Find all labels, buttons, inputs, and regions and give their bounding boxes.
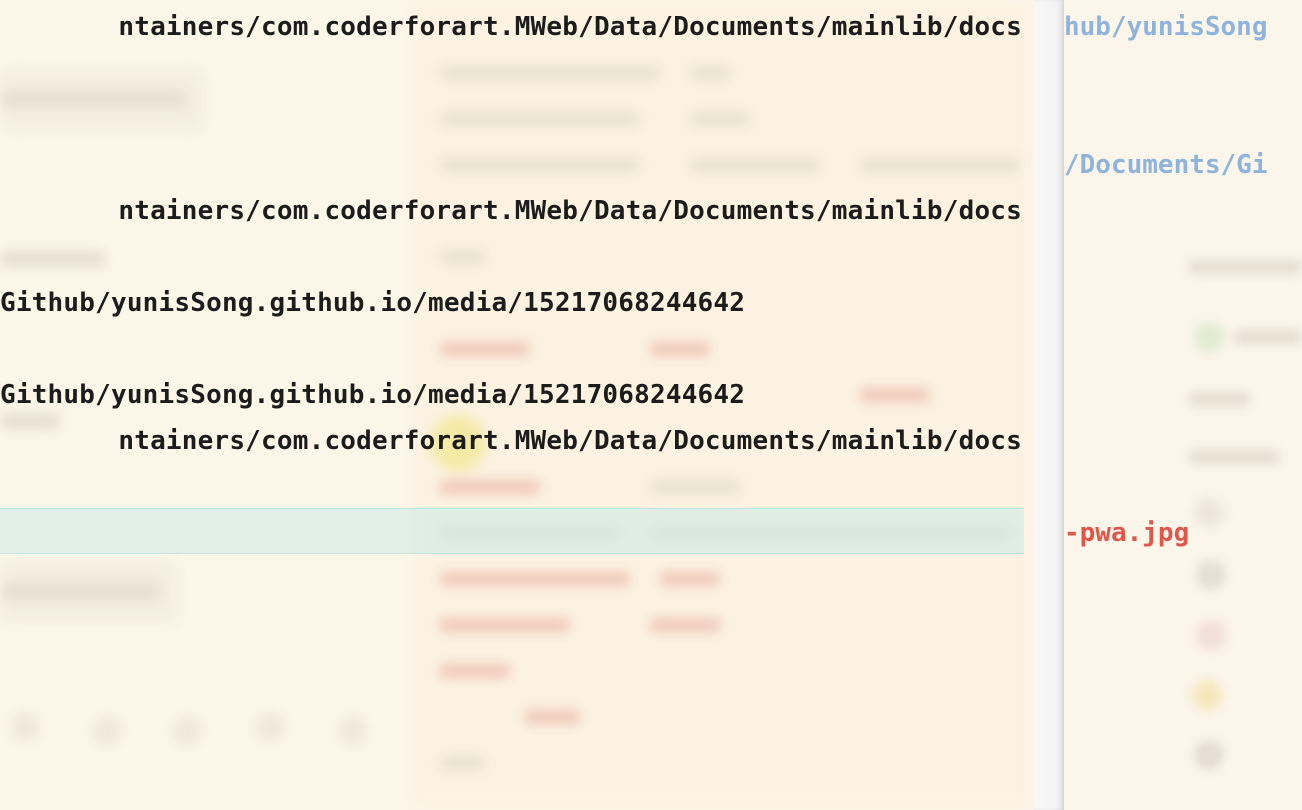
- blurred-toolbar-icon: [255, 712, 285, 742]
- blurred-text: [660, 572, 720, 586]
- filename-text[interactable]: -pwa.jpg: [1064, 518, 1189, 548]
- blurred-text: [440, 618, 570, 632]
- blurred-text: [650, 342, 710, 356]
- blurred-text: [1189, 450, 1279, 464]
- blurred-text: [1234, 330, 1302, 344]
- blurred-text: [1189, 392, 1249, 406]
- blurred-text: [0, 250, 105, 268]
- blurred-text: [0, 582, 160, 600]
- blurred-icon: [1196, 560, 1226, 590]
- blurred-text: [1189, 260, 1302, 274]
- blurred-text: [440, 112, 640, 126]
- terminal-pane[interactable]: ntainers/com.coderforart.MWeb/Data/Docum…: [0, 0, 1034, 810]
- blurred-green-icon: [1194, 322, 1224, 352]
- screen: ntainers/com.coderforart.MWeb/Data/Docum…: [0, 0, 1302, 810]
- blurred-text: [440, 480, 540, 494]
- blurred-icon: [1192, 680, 1222, 710]
- blurred-toolbar-icon: [172, 716, 202, 746]
- blurred-icon: [1194, 740, 1224, 770]
- terminal-line: ntainers/com.coderforart.MWeb/Data/Docum…: [118, 12, 1022, 42]
- blurred-text: [650, 618, 720, 632]
- blurred-text: [690, 158, 820, 172]
- selected-row-highlight: [0, 508, 1024, 554]
- blurred-text: [860, 388, 930, 402]
- blurred-icon: [1194, 498, 1224, 528]
- terminal-line: ntainers/com.coderforart.MWeb/Data/Docum…: [118, 426, 1022, 456]
- link-text[interactable]: /Documents/Gi: [1064, 150, 1268, 180]
- link-text[interactable]: hub/yunisSong: [1064, 12, 1268, 42]
- blurred-text: [525, 710, 580, 724]
- blurred-text: [440, 572, 630, 586]
- blurred-text: [440, 664, 510, 678]
- blurred-text: [0, 412, 60, 430]
- terminal-line: Github/yunisSong.github.io/media/1521706…: [0, 288, 746, 318]
- blurred-icon: [1196, 620, 1226, 650]
- blurred-text: [860, 158, 1020, 172]
- blurred-text: [690, 66, 730, 80]
- blurred-text: [440, 250, 485, 264]
- terminal-line: Github/yunisSong.github.io/media/1521706…: [0, 380, 746, 410]
- split-view-divider[interactable]: [1034, 0, 1064, 810]
- right-pane[interactable]: hub/yunisSong /Documents/Gi -pwa.jpg: [1064, 0, 1302, 810]
- blurred-text: [650, 480, 740, 494]
- blurred-toolbar-icon: [92, 716, 122, 746]
- blurred-toolbar-icon: [338, 716, 368, 746]
- terminal-line: ntainers/com.coderforart.MWeb/Data/Docum…: [118, 196, 1022, 226]
- blurred-text: [440, 756, 485, 770]
- blurred-text: [440, 66, 660, 80]
- blurred-text: [0, 90, 185, 108]
- blurred-toolbar-icon: [10, 712, 40, 742]
- blurred-right-content: [1064, 0, 1302, 810]
- blurred-text: [690, 112, 750, 126]
- blurred-text: [440, 342, 530, 356]
- blurred-text: [440, 158, 640, 172]
